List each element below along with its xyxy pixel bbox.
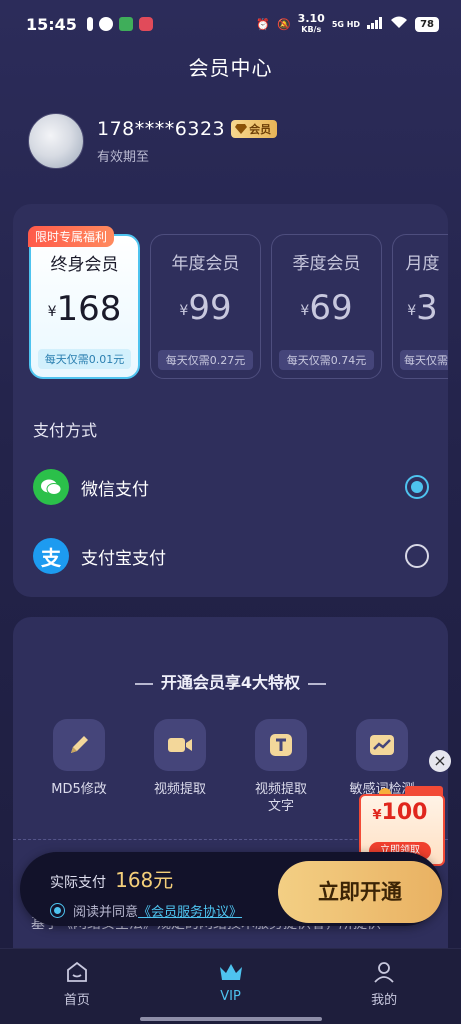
perks-title: 开通会员享4大特权	[13, 669, 448, 693]
pencil-icon	[53, 719, 105, 771]
actual-pay-amount: 168元	[115, 868, 174, 892]
plan-name: 年度会员	[171, 254, 240, 274]
perk-video-text[interactable]: 视频提取文字	[241, 719, 321, 815]
network-type: 5G HD	[331, 19, 361, 29]
plan-name: 月度	[405, 254, 440, 274]
plan-monthly[interactable]: 月度 ¥3 每天仅需	[392, 234, 448, 379]
validity-label: 有效期至	[97, 149, 150, 165]
payment-option-wechat[interactable]: 微信支付	[33, 467, 429, 507]
close-icon[interactable]: ×	[429, 750, 451, 772]
shield-notify-icon	[138, 17, 153, 31]
home-indicator	[140, 1017, 322, 1021]
profile-icon	[307, 959, 461, 985]
payment-option-label: 支付宝支付	[81, 548, 166, 569]
radio-checked[interactable]	[405, 475, 429, 499]
user-phone: 178****6323	[97, 117, 226, 140]
plan-price: ¥99	[179, 288, 232, 328]
checkout-bar: 实际支付 168元 阅读并同意 《会员服务协议》 立即开通	[20, 852, 442, 926]
crown-icon	[154, 959, 308, 985]
battery-indicator: 78	[415, 16, 439, 32]
perk-label: MD5修改	[51, 782, 107, 797]
plans-card: 限时专属福利 终身会员 ¥168 每天仅需0.01元 年度会员 ¥99 每天仅需…	[13, 204, 448, 597]
plan-list[interactable]: 限时专属福利 终身会员 ¥168 每天仅需0.01元 年度会员 ¥99 每天仅需…	[28, 226, 448, 379]
perk-video-extract[interactable]: 视频提取	[140, 719, 220, 798]
vip-badge: 会员	[231, 119, 278, 138]
payment-option-alipay[interactable]: 支 支付宝支付	[33, 536, 429, 576]
signal-icon	[367, 16, 383, 32]
diamond-icon	[235, 123, 248, 134]
alipay-icon: 支	[33, 538, 69, 574]
plan-daily-price: 每天仅需0.27元	[158, 350, 253, 370]
wechat-pay-icon	[33, 469, 69, 505]
plan-yearly[interactable]: 年度会员 ¥99 每天仅需0.27元	[150, 234, 261, 379]
promo-tag: 限时专属福利	[28, 226, 115, 247]
mute-icon: 🔕	[276, 17, 291, 31]
plan-daily-price: 每天仅需	[400, 350, 448, 370]
tab-home[interactable]: 首页	[0, 949, 154, 1024]
plan-daily-price: 每天仅需0.01元	[38, 349, 131, 369]
avatar[interactable]	[28, 113, 84, 169]
user-profile: 178****6323 会员 有效期至	[28, 113, 278, 169]
plan-price: ¥168	[47, 289, 122, 329]
plan-price: ¥3	[407, 288, 438, 328]
agree-text: 阅读并同意	[73, 905, 139, 920]
plan-name: 终身会员	[50, 255, 119, 275]
status-time: 15:45	[26, 14, 77, 34]
plan-quarterly[interactable]: 季度会员 ¥69 每天仅需0.74元	[271, 234, 382, 379]
text-t-icon	[255, 719, 307, 771]
plan-price: ¥69	[300, 288, 353, 328]
payment-option-label: 微信支付	[81, 479, 149, 500]
subscribe-button[interactable]: 立即开通	[278, 861, 442, 923]
radio-unchecked[interactable]	[405, 544, 429, 568]
plan-name: 季度会员	[292, 254, 361, 274]
actual-pay-label: 实际支付	[50, 875, 106, 891]
tab-bar: 首页 VIP 我的	[0, 948, 461, 1024]
app-notify-icon	[118, 17, 133, 31]
perk-md5[interactable]: MD5修改	[39, 719, 119, 798]
perk-label: 视频提取文字	[254, 782, 307, 814]
page-title: 会员中心	[188, 56, 273, 80]
tab-profile[interactable]: 我的	[307, 949, 461, 1024]
agree-checkbox[interactable]	[50, 903, 65, 918]
tab-vip[interactable]: VIP	[154, 949, 308, 1024]
agreement-link[interactable]: 《会员服务协议》	[138, 901, 242, 920]
coupon-amount: ¥100	[372, 800, 428, 825]
home-icon	[0, 959, 154, 985]
video-camera-icon	[154, 719, 206, 771]
plan-daily-price: 每天仅需0.74元	[279, 350, 374, 370]
network-speed: 3.10 KB/s	[297, 11, 325, 34]
notification-icon	[86, 17, 93, 31]
payment-method-title: 支付方式	[33, 421, 98, 440]
status-bar: 15:45 ⏰ 🔕 3.10 KB/s 5G HD 78	[0, 0, 461, 48]
chart-icon	[356, 719, 408, 771]
plan-lifetime[interactable]: 限时专属福利 终身会员 ¥168 每天仅需0.01元	[28, 226, 140, 379]
perk-label: 视频提取	[153, 782, 206, 797]
alarm-icon: ⏰	[256, 17, 270, 31]
wechat-notify-icon	[98, 17, 113, 31]
wifi-icon	[390, 16, 408, 32]
